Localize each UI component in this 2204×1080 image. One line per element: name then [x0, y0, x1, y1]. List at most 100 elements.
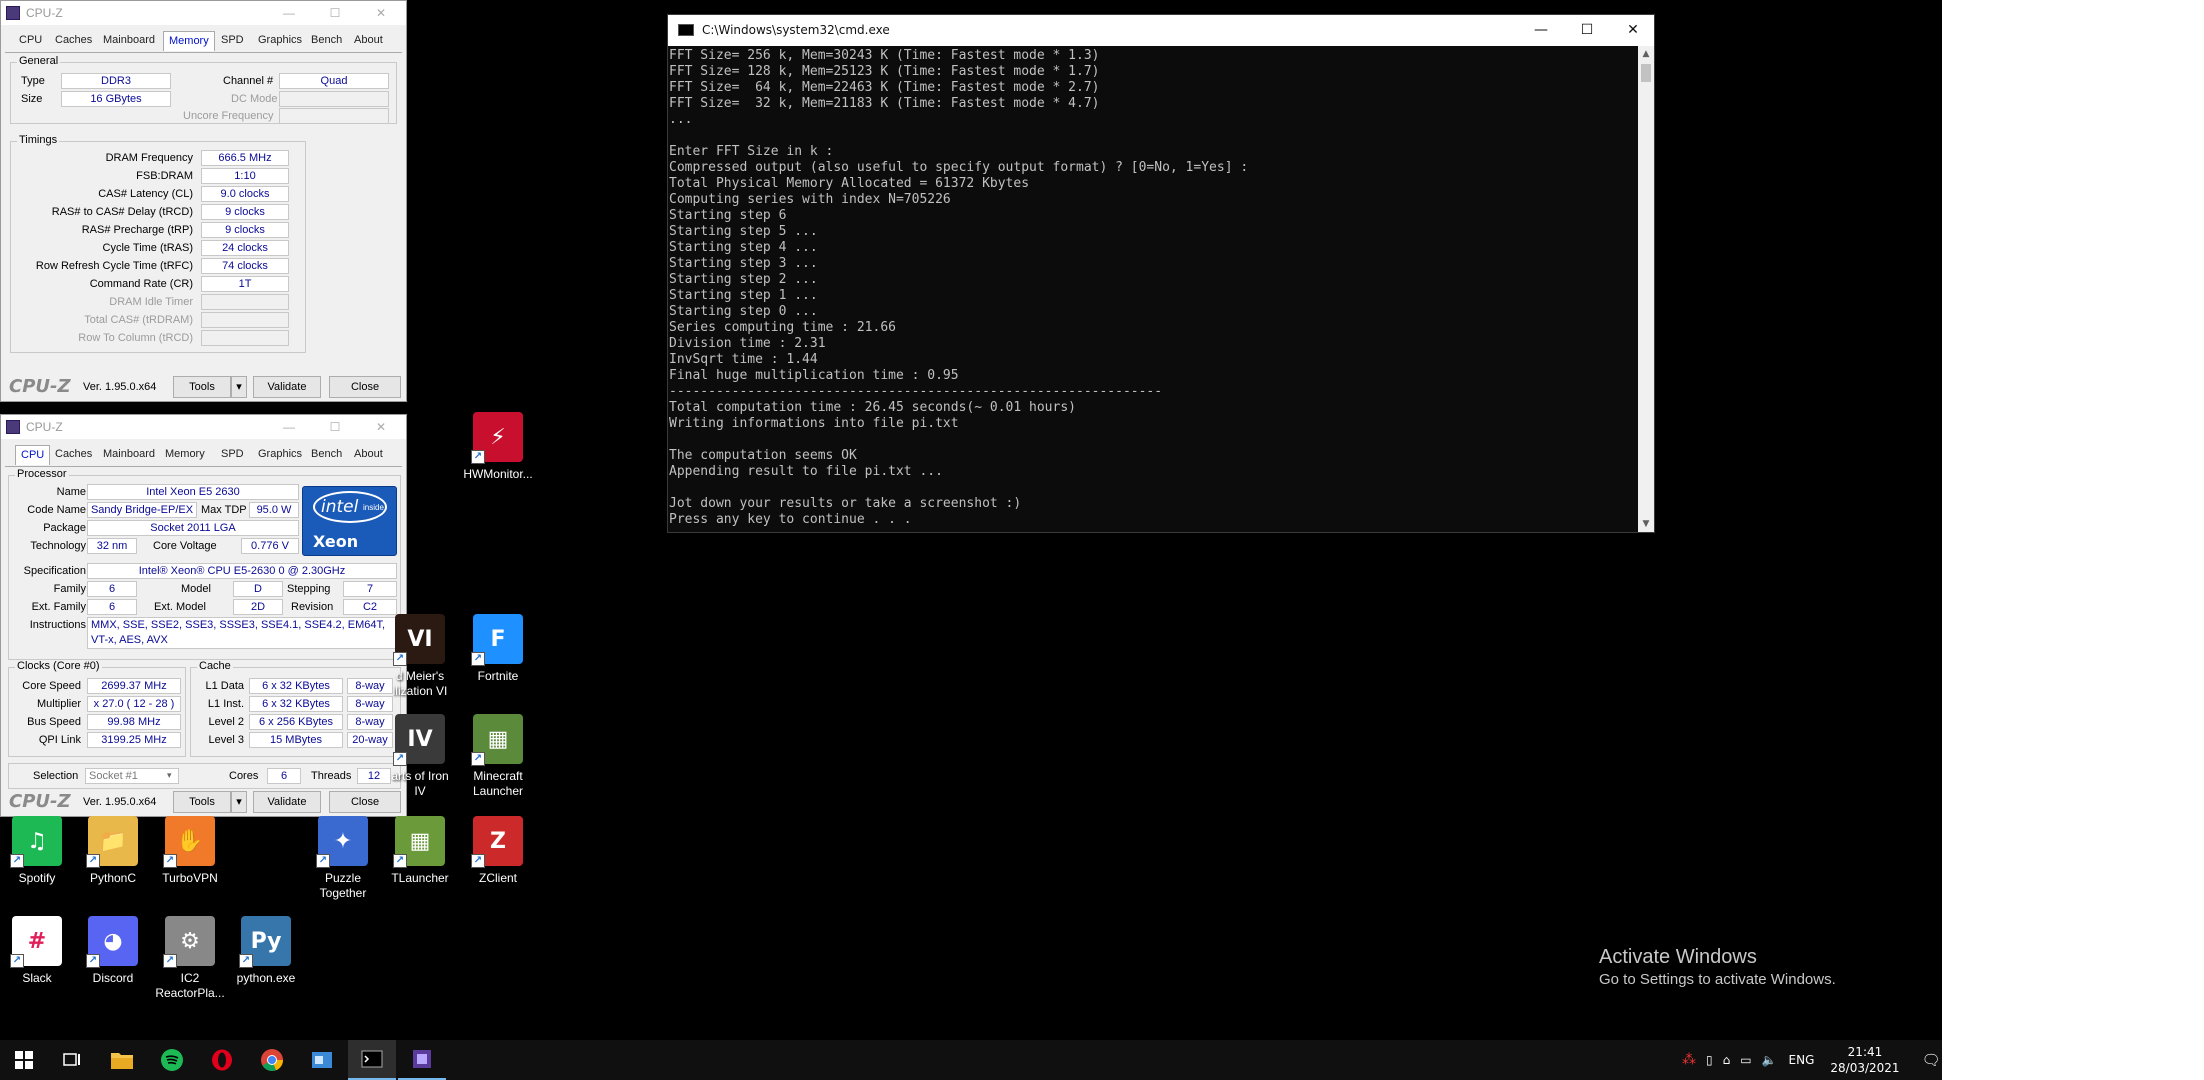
window-title: C:\Windows\system32\cmd.exe [702, 23, 890, 37]
taskbar-app-window[interactable] [298, 1040, 346, 1080]
task-view-button[interactable] [48, 1040, 96, 1080]
console-output[interactable]: FFT Size= 256 k, Mem=30243 K (Time: Fast… [668, 48, 1638, 532]
close-button[interactable]: Close [329, 376, 401, 398]
cmd-icon [361, 1050, 383, 1068]
tab-bench[interactable]: Bench [311, 34, 342, 46]
shortcut-arrow-icon: ↗ [10, 954, 24, 968]
tab-bench[interactable]: Bench [311, 448, 342, 460]
tray-alert-icon[interactable]: ⁂ [1682, 1052, 1696, 1068]
vertical-scrollbar[interactable]: ▲ ▼ [1638, 46, 1654, 532]
app-glyph-icon: Py [250, 928, 282, 954]
tab-spd[interactable]: SPD [221, 34, 244, 46]
app-glyph-icon: Z [490, 828, 506, 854]
scrollbar-thumb[interactable] [1641, 64, 1651, 82]
close-icon[interactable]: ✕ [371, 418, 391, 436]
taskbar-chrome[interactable] [248, 1040, 296, 1080]
close-icon[interactable]: ✕ [1610, 15, 1656, 46]
title-bar[interactable]: CPU-Z — ☐ ✕ [1, 1, 406, 25]
app-icon: ✋ ↗ [163, 816, 215, 868]
taskbar-cpuz[interactable] [398, 1040, 446, 1080]
tab-mainboard[interactable]: Mainboard [103, 448, 155, 460]
title-bar[interactable]: C:\Windows\system32\cmd.exe — ☐ ✕ [668, 15, 1654, 46]
desktop-icon[interactable]: Z ↗ ZClient [448, 816, 548, 886]
tab-memory[interactable]: Memory [163, 31, 215, 51]
console-line: Series computing time : 21.66 [669, 320, 896, 335]
shortcut-arrow-icon: ↗ [86, 954, 100, 968]
channel-value: Quad [279, 73, 389, 89]
maximize-button[interactable]: ☐ [1564, 15, 1610, 46]
app-icon: 📁 ↗ [86, 816, 138, 868]
tab-caches[interactable]: Caches [55, 34, 92, 46]
tab-bar: CPU Caches Mainboard Memory SPD Graphics… [5, 31, 402, 53]
desktop-icon[interactable]: ⚡ ↗ HWMonitor... [448, 412, 548, 482]
chevron-down-icon[interactable]: ▾ [167, 770, 172, 781]
tab-spd[interactable]: SPD [221, 448, 244, 460]
tray-battery-icon[interactable]: ▭ [1740, 1053, 1751, 1067]
console-line: Enter FFT Size in k : [669, 144, 834, 159]
language-indicator[interactable]: ENG [1789, 1053, 1815, 1067]
start-button[interactable] [0, 1040, 48, 1080]
tab-graphics[interactable]: Graphics [258, 448, 302, 460]
cpuz-logo: CPU-Z [9, 791, 71, 812]
validate-button[interactable]: Validate [253, 376, 321, 398]
maximize-button[interactable]: ☐ [325, 418, 345, 436]
desktop-icon[interactable]: Py ↗ python.exe [216, 916, 316, 986]
channel-label: Channel # [223, 75, 274, 87]
taskbar-cmd[interactable] [348, 1040, 396, 1080]
clock-time: 21:41 [1847, 1045, 1883, 1059]
tools-button[interactable]: Tools [173, 376, 231, 398]
tray-device-icon[interactable]: ▯ [1706, 1053, 1713, 1067]
minimize-button[interactable]: — [279, 418, 299, 436]
minimize-button[interactable]: — [279, 4, 299, 22]
tab-graphics[interactable]: Graphics [258, 34, 302, 46]
extmodel-label: Ext. Model [154, 601, 206, 613]
selection-label: Selection [33, 770, 79, 782]
cpuz-app-icon [6, 420, 20, 434]
tab-cpu[interactable]: CPU [15, 445, 51, 465]
tools-dropdown-icon[interactable]: ▾ [231, 791, 247, 813]
tools-dropdown-icon[interactable]: ▾ [231, 376, 247, 398]
validate-button[interactable]: Validate [253, 791, 321, 813]
desktop-icon[interactable]: ▦ ↗ Minecraft Launcher [448, 714, 548, 799]
window-title: CPU-Z [26, 420, 63, 434]
tab-caches[interactable]: Caches [55, 448, 92, 460]
tab-about[interactable]: About [354, 448, 383, 460]
codename-label: Code Name [27, 504, 86, 516]
console-line: ... [669, 112, 693, 127]
console-line: Computing series with index N=705226 [669, 192, 951, 207]
app-glyph-icon: ♫ [27, 828, 47, 854]
volume-icon[interactable]: 🔈 [1762, 1053, 1777, 1067]
stepping-label: Stepping [287, 583, 331, 595]
app-icon: VI ↗ [393, 614, 445, 666]
title-bar[interactable]: CPU-Z — ☐ ✕ [1, 415, 406, 439]
clock[interactable]: 21:41 28/03/2021 [1830, 1044, 1899, 1076]
timing-value [201, 312, 289, 328]
close-icon[interactable]: ✕ [371, 4, 391, 22]
network-icon[interactable]: ⌂ [1723, 1053, 1731, 1067]
taskbar-opera[interactable] [198, 1040, 246, 1080]
shortcut-arrow-icon: ↗ [471, 752, 485, 766]
timing-value [201, 294, 289, 310]
minimize-button[interactable]: — [1518, 15, 1564, 46]
taskbar-spotify[interactable] [148, 1040, 196, 1080]
tab-about[interactable]: About [354, 34, 383, 46]
tools-button[interactable]: Tools [173, 791, 231, 813]
xeon-text: Xeon [313, 532, 359, 551]
socket-select[interactable]: Socket #1 [85, 768, 179, 784]
revision-label: Revision [291, 601, 334, 613]
maximize-button[interactable]: ☐ [325, 4, 345, 22]
desktop-icon[interactable]: F ↗ Fortnite [448, 614, 548, 684]
tab-memory[interactable]: Memory [165, 448, 205, 460]
cache-value: 6 x 256 KBytes [249, 714, 343, 730]
cpuz-cpu-window: CPU-Z — ☐ ✕ CPU Caches Mainboard Memory … [0, 414, 407, 817]
desktop-icon[interactable]: ✋ ↗ TurboVPN [140, 816, 240, 886]
notification-icon[interactable]: 🗨 [1922, 1051, 1941, 1069]
scroll-up-icon[interactable]: ▲ [1638, 46, 1654, 62]
tab-cpu[interactable]: CPU [19, 34, 42, 46]
desktop-icon-label: ZClient [478, 871, 517, 885]
taskbar-file-explorer[interactable] [98, 1040, 146, 1080]
cpuz-footer: CPU-Z Ver. 1.95.0.x64 Tools ▾ Validate C… [1, 373, 406, 401]
tab-mainboard[interactable]: Mainboard [103, 34, 155, 46]
scroll-down-icon[interactable]: ▼ [1638, 516, 1654, 532]
